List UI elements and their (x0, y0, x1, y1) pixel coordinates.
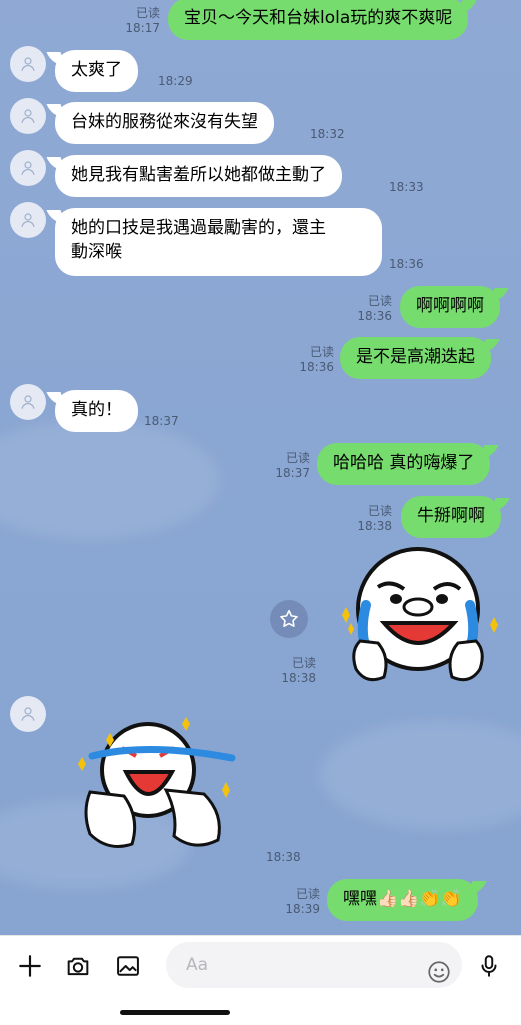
default-avatar-icon (21, 395, 35, 409)
message-meta: 已读 18:38 (350, 504, 392, 534)
outgoing-message-bubble[interactable]: 啊啊啊啊 (400, 286, 500, 328)
incoming-message-bubble[interactable]: 台妹的服務從來沒有失望 (55, 102, 274, 144)
message-text: 真的！ (71, 400, 122, 420)
message-meta: 已读 18:39 (278, 887, 320, 917)
message-meta: 已读 18:38 (276, 656, 316, 686)
message-time: 18:39 (285, 902, 320, 916)
camera-icon[interactable] (62, 950, 94, 982)
read-receipt: 已读 (285, 451, 310, 465)
avatar[interactable] (10, 46, 46, 82)
default-avatar-icon (21, 213, 35, 227)
message-time: 18:38 (281, 671, 316, 685)
message-text: 牛掰啊啊 (417, 506, 485, 526)
default-avatar-icon (21, 57, 35, 71)
message-meta: 已读 18:36 (292, 345, 334, 375)
outgoing-message-bubble[interactable]: 嘿嘿👍🏻👍🏻👏👏 (327, 879, 478, 921)
read-receipt: 已读 (309, 345, 334, 359)
default-avatar-icon (21, 161, 35, 175)
default-avatar-icon (21, 707, 35, 721)
outgoing-message-bubble[interactable]: 是不是高潮迭起 (340, 337, 491, 379)
read-receipt: 已读 (291, 656, 316, 670)
message-meta: 已读 18:37 (268, 451, 310, 481)
incoming-message-bubble[interactable]: 太爽了 (55, 50, 138, 92)
chat-area[interactable]: 已读 18:17 宝贝～今天和台妹lola玩的爽不爽呢 太爽了 18:29 台妹… (0, 0, 521, 935)
message-text: 哈哈哈 真的嗨爆了 (333, 453, 475, 473)
message-time: 18:29 (158, 74, 193, 88)
message-text: 啊啊啊啊 (416, 296, 484, 316)
message-meta: 已读 18:36 (350, 294, 392, 324)
message-time: 18:17 (125, 21, 160, 35)
image-icon[interactable] (112, 950, 144, 982)
home-indicator[interactable] (120, 1010, 230, 1015)
message-time: 18:36 (357, 309, 392, 323)
microphone-icon[interactable] (473, 950, 505, 982)
star-icon (280, 609, 298, 628)
message-text: 太爽了 (71, 60, 122, 80)
crying-laughing-face-sticker[interactable] (326, 545, 502, 693)
message-meta: 已读 18:17 (118, 6, 160, 36)
share-button[interactable] (270, 600, 308, 638)
message-time: 18:37 (275, 466, 310, 480)
outgoing-message-bubble[interactable]: 哈哈哈 真的嗨爆了 (317, 443, 491, 485)
message-time: 18:36 (389, 257, 424, 271)
message-input-placeholder: Aa (186, 955, 209, 975)
message-text-line: 她的口技是我遇過最勵害的，還主 (71, 218, 326, 238)
incoming-message-bubble[interactable]: 真的！ (55, 390, 138, 432)
plus-icon[interactable] (14, 950, 46, 982)
message-text: 是不是高潮迭起 (356, 347, 475, 367)
default-avatar-icon (21, 109, 35, 123)
avatar[interactable] (10, 150, 46, 186)
incoming-message-bubble[interactable]: 她見我有點害羞所以她都做主動了 (55, 155, 342, 197)
outgoing-message-bubble[interactable]: 宝贝～今天和台妹lola玩的爽不爽呢 (168, 0, 469, 40)
message-text: 宝贝～今天和台妹lola玩的爽不爽呢 (184, 8, 453, 28)
message-time: 18:33 (389, 180, 424, 194)
incoming-message-bubble[interactable]: 她的口技是我遇過最勵害的，還主 動深喉 (55, 208, 382, 276)
message-time: 18:32 (310, 127, 345, 141)
composer-bar: Aa (0, 935, 521, 1025)
read-receipt: 已读 (367, 294, 392, 308)
avatar[interactable] (10, 696, 46, 732)
outgoing-message-bubble[interactable]: 牛掰啊啊 (401, 496, 501, 538)
message-time: 18:38 (266, 850, 301, 864)
read-receipt: 已读 (367, 504, 392, 518)
message-text: 台妹的服務從來沒有失望 (71, 112, 258, 132)
message-time: 18:36 (299, 360, 334, 374)
laughing-thumbs-up-sticker[interactable] (70, 710, 246, 860)
message-input[interactable]: Aa (166, 942, 462, 988)
read-receipt: 已读 (135, 6, 160, 20)
message-time: 18:38 (357, 519, 392, 533)
message-time: 18:37 (144, 414, 179, 428)
message-text-line: 動深喉 (71, 242, 122, 262)
message-text: 嘿嘿👍🏻👍🏻👏👏 (343, 889, 462, 909)
avatar[interactable] (10, 202, 46, 238)
message-text: 她見我有點害羞所以她都做主動了 (71, 165, 326, 185)
avatar[interactable] (10, 384, 46, 420)
avatar[interactable] (10, 98, 46, 134)
read-receipt: 已读 (295, 887, 320, 901)
emoji-icon[interactable] (423, 956, 455, 988)
